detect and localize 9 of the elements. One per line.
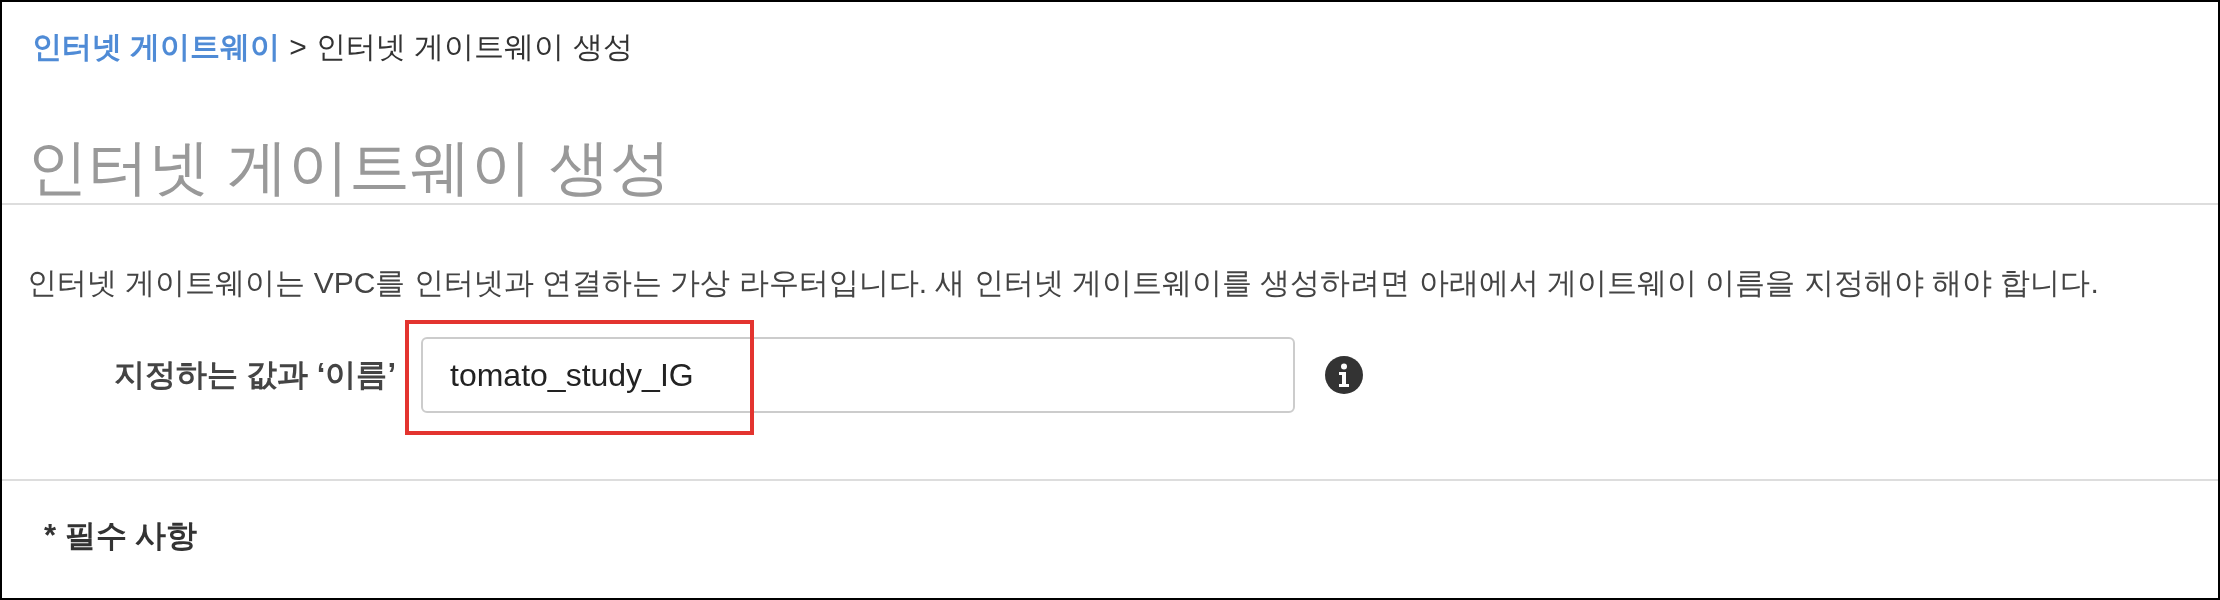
name-input[interactable]: tomato_study_IG (421, 337, 1295, 413)
description-text: 인터넷 게이트웨이는 VPC를 인터넷과 연결하는 가상 라우터입니다. 새 인터넷 게이트웨이를 생성하려면 아래에서 게이트웨이 이름을 지정해야 해야 합니다. (26, 265, 2100, 301)
page-title: 인터넷 게이트웨이 생성 (27, 132, 671, 203)
field-label: 지정하는 값과 ‘이름’ (112, 356, 396, 394)
breadcrumb-link[interactable]: 인터넷 게이트웨이 (32, 27, 281, 67)
breadcrumb-current: 인터넷 게이트웨이 생성 (315, 29, 633, 65)
breadcrumb-separator: > (289, 29, 307, 65)
info-icon[interactable] (1325, 356, 1363, 394)
required-note: * 필수 사항 (44, 518, 198, 553)
